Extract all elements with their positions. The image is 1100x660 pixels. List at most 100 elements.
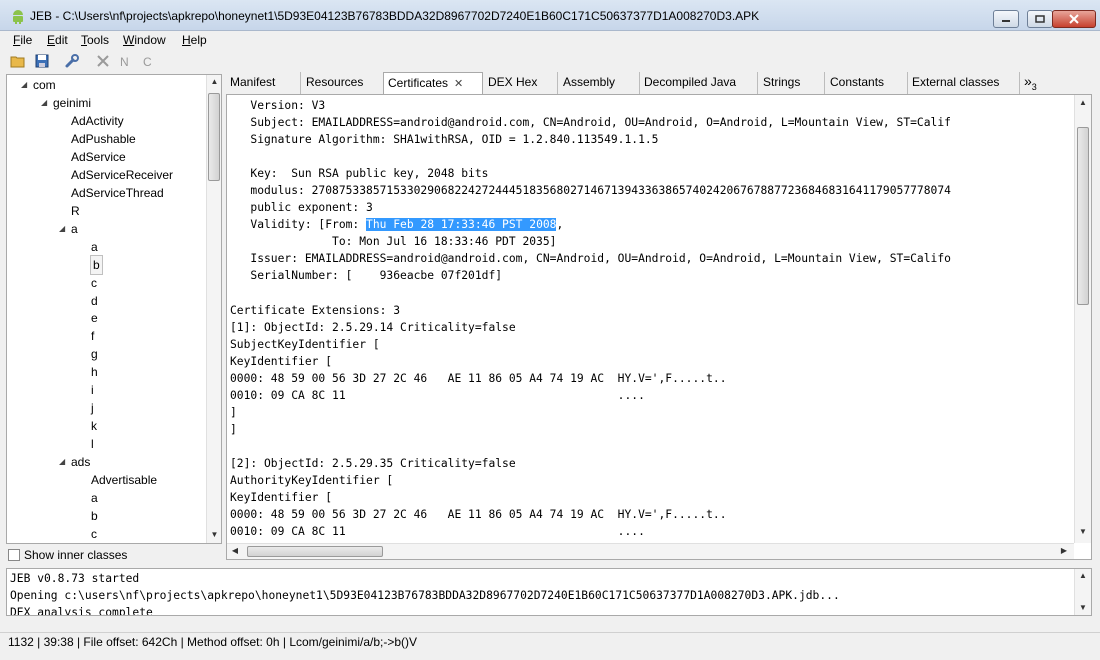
certificate-line: Certificate Extensions: 3	[230, 303, 401, 317]
console-line: DEX analysis complete	[10, 606, 153, 616]
tab-close-icon[interactable]: ✕	[454, 78, 463, 90]
tree-item[interactable]: i	[91, 381, 94, 399]
tree-item[interactable]: AdActivity	[71, 112, 124, 130]
tab-strings[interactable]: Strings	[759, 72, 825, 94]
open-folder-icon[interactable]	[10, 53, 26, 69]
tree-expand-toggle-icon[interactable]: ◢	[41, 98, 47, 107]
editor-vscroll-thumb[interactable]	[1077, 127, 1089, 305]
certificate-line: Version: V3	[230, 99, 326, 112]
svg-text:N: N	[120, 55, 129, 69]
tree-item[interactable]: AdService	[71, 148, 126, 166]
tab-decompiled-java-label: Decompiled Java	[644, 75, 737, 89]
certificate-line: 0000: 48 59 00 56 3D 27 2C 46 AE 11 86 0…	[230, 371, 727, 385]
selected-text[interactable]: Thu Feb 28 17:33:46 PST 2008	[366, 218, 557, 232]
tree-item[interactable]: geinimi	[53, 94, 91, 112]
tree-item[interactable]: d	[91, 292, 98, 310]
menu-help-label: elp	[190, 33, 207, 47]
tree-item[interactable]: c	[91, 525, 97, 543]
tree-item[interactable]: b	[91, 507, 98, 525]
validity-prefix: Validity: [From:	[230, 218, 367, 232]
certificate-text[interactable]: Version: V3 Subject: EMAILADDRESS=androi…	[230, 97, 1070, 543]
tab-assembly-label: Assembly	[563, 75, 616, 89]
tab-decompiled-java[interactable]: Decompiled Java	[640, 72, 758, 94]
minimize-icon	[1002, 20, 1010, 22]
tree-item[interactable]: j	[91, 399, 94, 417]
tab-certificates[interactable]: Certificates ✕	[383, 72, 483, 94]
menu-help[interactable]: Help	[182, 33, 207, 47]
scroll-up-arrow-icon[interactable]: ▲	[207, 77, 221, 86]
tree-item[interactable]: a	[91, 489, 98, 507]
certificate-line: Signature Algorithm: SHA1withRSA, OID = …	[230, 133, 659, 147]
tree-vertical-scrollbar[interactable]: ▲ ▼	[206, 75, 221, 543]
android-app-icon	[13, 10, 23, 24]
editor-vertical-scrollbar[interactable]: ▲ ▼	[1074, 95, 1091, 543]
tree-item[interactable]: AdServiceReceiver	[71, 166, 173, 184]
tree-item[interactable]: ads	[71, 453, 90, 471]
close-window-button[interactable]	[1052, 10, 1096, 28]
tab-external-classes[interactable]: External classes	[908, 72, 1020, 94]
editor-scroll-right-arrow-icon[interactable]: ▶	[1058, 546, 1070, 555]
comment-icon[interactable]: C	[141, 53, 157, 69]
editor-scroll-down-arrow-icon[interactable]: ▼	[1075, 527, 1091, 536]
tree-item[interactable]: AdServiceThread	[71, 184, 164, 202]
console-scroll-up-arrow-icon[interactable]: ▲	[1075, 571, 1091, 580]
tree-expand-toggle-icon[interactable]: ◢	[21, 80, 27, 89]
tree-item[interactable]: h	[91, 363, 98, 381]
tree-item[interactable]: com	[33, 76, 56, 94]
menu-window[interactable]: Window	[123, 33, 166, 47]
console-scroll-down-arrow-icon[interactable]: ▼	[1075, 603, 1091, 612]
tab-constants[interactable]: Constants	[826, 72, 908, 94]
maximize-button[interactable]	[1027, 10, 1053, 28]
menu-file[interactable]: File	[13, 33, 32, 47]
show-inner-classes-checkbox[interactable]	[8, 549, 20, 561]
tab-dex-hex-label: DEX Hex	[488, 75, 538, 89]
certificate-viewer[interactable]: Version: V3 Subject: EMAILADDRESS=androi…	[226, 94, 1092, 560]
certificate-line: KeyIdentifier [	[230, 354, 333, 368]
tree-scroll-thumb[interactable]	[208, 93, 220, 181]
tree-item[interactable]: g	[91, 345, 98, 363]
menu-window-mnemonic: W	[123, 33, 135, 47]
console-vertical-scrollbar[interactable]: ▲ ▼	[1074, 569, 1091, 615]
menu-edit[interactable]: Edit	[47, 33, 68, 47]
more-tabs-button[interactable]: »3	[1020, 72, 1050, 94]
certificate-line	[230, 285, 1070, 302]
rename-icon[interactable]: N	[118, 53, 134, 69]
console-output[interactable]: JEB v0.8.73 started Opening c:\users\nf\p…	[6, 568, 1092, 616]
tree-item[interactable]: c	[91, 274, 97, 292]
menu-tools[interactable]: Tools	[81, 33, 109, 47]
tree-item[interactable]: R	[71, 202, 80, 220]
console-line: JEB v0.8.73 started	[10, 572, 140, 585]
cross-reference-icon[interactable]	[95, 53, 111, 69]
save-icon[interactable]	[34, 53, 50, 69]
tree-item[interactable]: AdPushable	[71, 130, 136, 148]
minimize-button[interactable]	[993, 10, 1019, 28]
close-icon	[1069, 14, 1079, 24]
certificate-line: 0010: 09 CA 8C 11 ....	[230, 525, 645, 539]
editor-horizontal-scrollbar[interactable]: ◀ ▶	[227, 543, 1074, 559]
tab-resources[interactable]: Resources	[302, 72, 384, 94]
tree-item[interactable]: b	[90, 254, 103, 275]
show-inner-classes-label: Show inner classes	[24, 548, 128, 562]
certificate-line: To: Mon Jul 16 18:33:46 PDT 2035]	[230, 235, 557, 249]
tree-expand-toggle-icon[interactable]: ◢	[59, 457, 65, 466]
tree-item[interactable]: f	[91, 327, 94, 345]
tree-item[interactable]: a	[71, 220, 78, 238]
tree-item[interactable]: l	[91, 435, 94, 453]
tab-manifest[interactable]: Manifest	[226, 72, 301, 94]
wrench-icon[interactable]	[64, 53, 80, 69]
editor-scroll-up-arrow-icon[interactable]: ▲	[1075, 98, 1091, 107]
certificate-line: AuthorityKeyIdentifier [	[230, 474, 394, 488]
tree-item[interactable]: a	[91, 238, 98, 256]
show-inner-classes-toggle[interactable]: Show inner classes	[8, 548, 127, 562]
tab-dex-hex[interactable]: DEX Hex	[484, 72, 558, 94]
editor-hscroll-thumb[interactable]	[247, 546, 383, 557]
tree-item[interactable]: Advertisable	[91, 471, 157, 489]
console-text: JEB v0.8.73 started Opening c:\users\nf\p…	[10, 570, 1070, 616]
scroll-down-arrow-icon[interactable]: ▼	[207, 530, 221, 539]
tab-assembly[interactable]: Assembly	[559, 72, 640, 94]
editor-scroll-left-arrow-icon[interactable]: ◀	[229, 546, 241, 555]
more-tabs-count: 3	[1031, 82, 1037, 92]
tree-item[interactable]: e	[91, 309, 98, 327]
tree-item[interactable]: k	[91, 417, 97, 435]
tree-expand-toggle-icon[interactable]: ◢	[59, 224, 65, 233]
